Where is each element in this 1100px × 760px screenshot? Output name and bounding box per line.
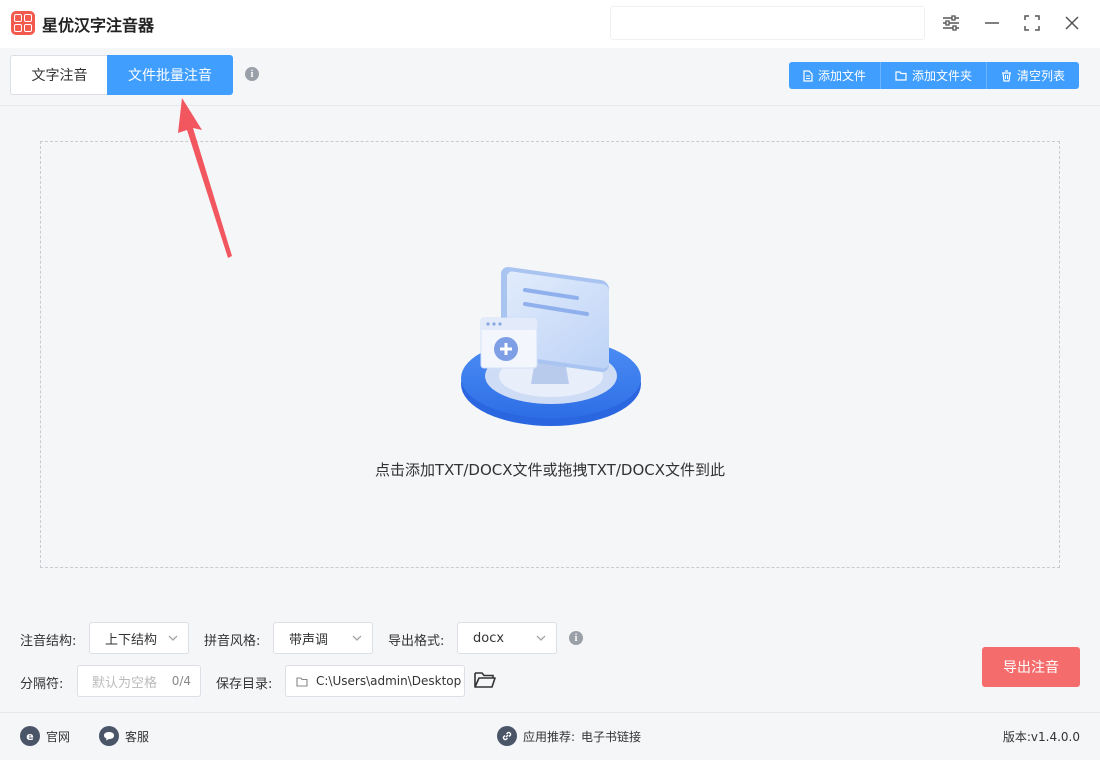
chevron-down-icon	[168, 635, 178, 641]
minimize-icon	[985, 22, 999, 24]
support-link[interactable]: 客服	[99, 726, 149, 746]
folder-icon	[296, 676, 308, 687]
title-bar-blank-area	[610, 6, 925, 40]
support-label: 客服	[125, 729, 150, 744]
close-button[interactable]	[1059, 10, 1085, 36]
clear-list-button[interactable]: 清空列表	[987, 62, 1080, 89]
red-arrow-annotation-icon	[178, 98, 232, 258]
recommend-label: 应用推荐:	[523, 729, 576, 744]
title-bar: 星优汉字注音器	[0, 0, 1100, 48]
pinyin-style-value: 带声调	[289, 632, 329, 648]
export-annotation-button[interactable]: 导出注音	[982, 647, 1080, 687]
save-dir-label: 保存目录:	[216, 677, 273, 692]
add-file-illustration-icon	[461, 266, 641, 426]
save-dir-input[interactable]: C:\Users\admin\Desktop	[285, 665, 465, 697]
maximize-button[interactable]	[1019, 10, 1045, 36]
close-icon	[1065, 16, 1079, 30]
app-title: 星优汉字注音器	[42, 16, 155, 35]
structure-value: 上下结构	[105, 632, 158, 648]
folder-open-icon[interactable]	[473, 669, 497, 691]
tab-batch-file-annotation[interactable]: 文件批量注音	[107, 55, 233, 95]
structure-select[interactable]: 上下结构	[89, 622, 189, 654]
add-folder-label: 添加文件夹	[912, 69, 973, 83]
structure-label: 注音结构:	[20, 634, 77, 649]
export-format-label: 导出格式:	[388, 634, 445, 649]
maximize-icon	[1024, 15, 1040, 31]
separator-label: 分隔符:	[20, 677, 64, 692]
drop-zone-hint: 点击添加TXT/DOCX文件或拖拽TXT/DOCX文件到此	[375, 461, 725, 479]
app-logo-icon	[11, 11, 35, 35]
recommend-link[interactable]: 电子书链接	[581, 728, 641, 745]
add-file-label: 添加文件	[818, 69, 867, 83]
save-dir-value: C:\Users\admin\Desktop	[316, 674, 462, 688]
pinyin-style-select[interactable]: 带声调	[273, 622, 373, 654]
footer: e 官网 客服 应用推荐: 电子书链接 版本:v1.4.0.0	[0, 712, 1100, 760]
link-icon	[497, 726, 517, 746]
export-format-value: docx	[473, 630, 505, 646]
add-folder-button[interactable]: 添加文件夹	[881, 62, 988, 89]
info-icon[interactable]: i	[569, 631, 583, 645]
info-icon[interactable]: i	[245, 67, 259, 81]
version-text: 版本:v1.4.0.0	[1002, 730, 1080, 744]
website-label: 官网	[46, 729, 71, 744]
chevron-down-icon	[536, 635, 546, 641]
tab-text-annotation[interactable]: 文字注音	[10, 55, 108, 95]
separator-input[interactable]: 默认为空格 0/4	[77, 665, 201, 697]
website-link[interactable]: e 官网	[20, 726, 70, 746]
export-format-select[interactable]: docx	[457, 622, 557, 654]
app-recommend: 应用推荐: 电子书链接	[497, 726, 641, 746]
chevron-down-icon	[352, 635, 362, 641]
top-toolbar: 文字注音 文件批量注音 i 添加文件 添加文件夹 清空列表	[0, 48, 1100, 106]
file-action-buttons: 添加文件 添加文件夹 清空列表	[789, 62, 1080, 89]
chat-icon	[99, 726, 119, 746]
clear-list-label: 清空列表	[1017, 69, 1066, 83]
pinyin-style-label: 拼音风格:	[204, 634, 261, 649]
minimize-button[interactable]	[979, 10, 1005, 36]
settings-icon	[943, 15, 959, 31]
ie-icon: e	[20, 726, 40, 746]
settings-button[interactable]	[938, 10, 964, 36]
add-file-button[interactable]: 添加文件	[789, 62, 882, 89]
trash-icon	[1002, 69, 1012, 82]
separator-char-count: 0/4	[171, 674, 191, 688]
separator-placeholder: 默认为空格	[92, 675, 158, 691]
folder-icon	[895, 71, 907, 81]
file-icon	[803, 69, 813, 82]
